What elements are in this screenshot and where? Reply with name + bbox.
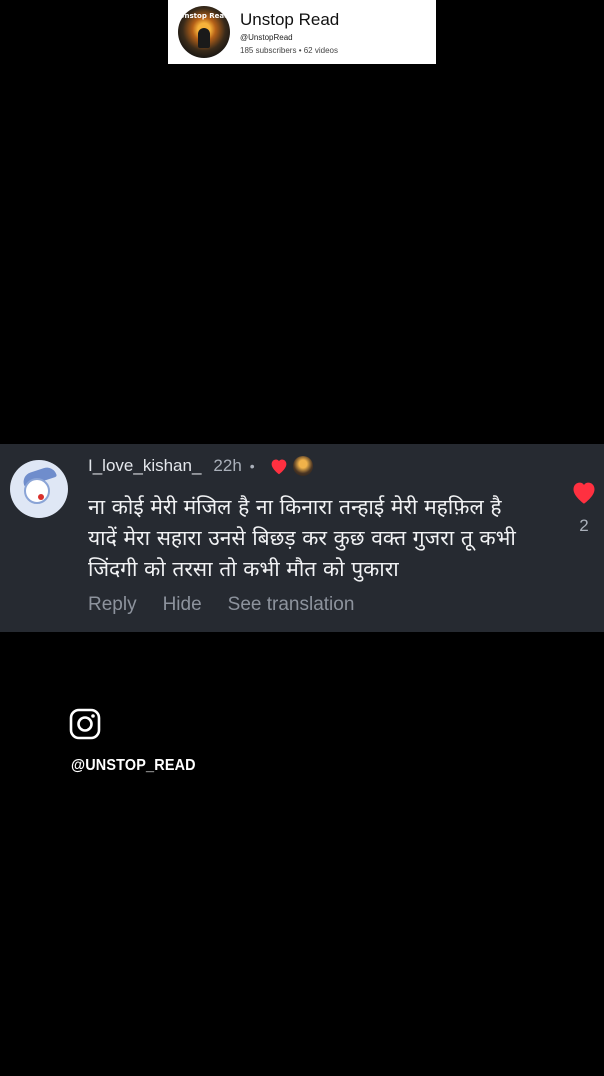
channel-avatar-text: Unstop Read [178, 12, 230, 20]
reply-button[interactable]: Reply [88, 594, 137, 616]
commenter-avatar[interactable] [10, 460, 68, 518]
channel-avatar: Unstop Read [178, 6, 230, 58]
instagram-handle: @UNSTOP_READ [71, 757, 196, 774]
channel-info: Unstop Read @UnstopRead 185 subscribers … [240, 10, 339, 55]
meta-separator: • [249, 458, 255, 474]
comment-text: ना कोई मेरी मंजिल है ना किनारा तन्हाई मे… [88, 492, 548, 585]
channel-handle: @UnstopRead [240, 32, 293, 42]
comment-meta: I_love_kishan_ 22h • [88, 456, 313, 476]
comment-time: 22h [213, 456, 242, 475]
like-count: 2 [579, 516, 589, 535]
channel-avatar-figure [198, 28, 210, 48]
channel-stats: 185 subscribers • 62 videos [240, 45, 338, 55]
comment-text-line: ना कोई मेरी मंजिल है ना किनारा तन्हाई मे… [88, 495, 502, 519]
channel-name: Unstop Read [240, 9, 340, 29]
instagram-icon [69, 708, 101, 740]
comment-actions: Reply Hide See translation [88, 594, 380, 616]
comment-text-line: यादें मेरा सहारा उनसे बिछड़ कर कुछ वक्त … [88, 526, 516, 550]
like-heart-icon[interactable] [570, 478, 598, 506]
creator-avatar-icon [292, 456, 313, 476]
avatar-dot [38, 494, 44, 500]
heart-icon [271, 459, 287, 475]
hide-button[interactable]: Hide [163, 594, 202, 616]
comment-text-line: जिंदगी को तरसा तो कभी मौत को पुकारा [88, 557, 399, 581]
channel-card[interactable]: Unstop Read Unstop Read @UnstopRead 185 … [168, 0, 436, 64]
comment-panel: I_love_kishan_ 22h • ना कोई मेरी मंजिल ह… [0, 444, 604, 632]
see-translation-button[interactable]: See translation [228, 594, 355, 616]
comment-username[interactable]: I_love_kishan_ [88, 456, 201, 476]
avatar-face [24, 478, 50, 504]
